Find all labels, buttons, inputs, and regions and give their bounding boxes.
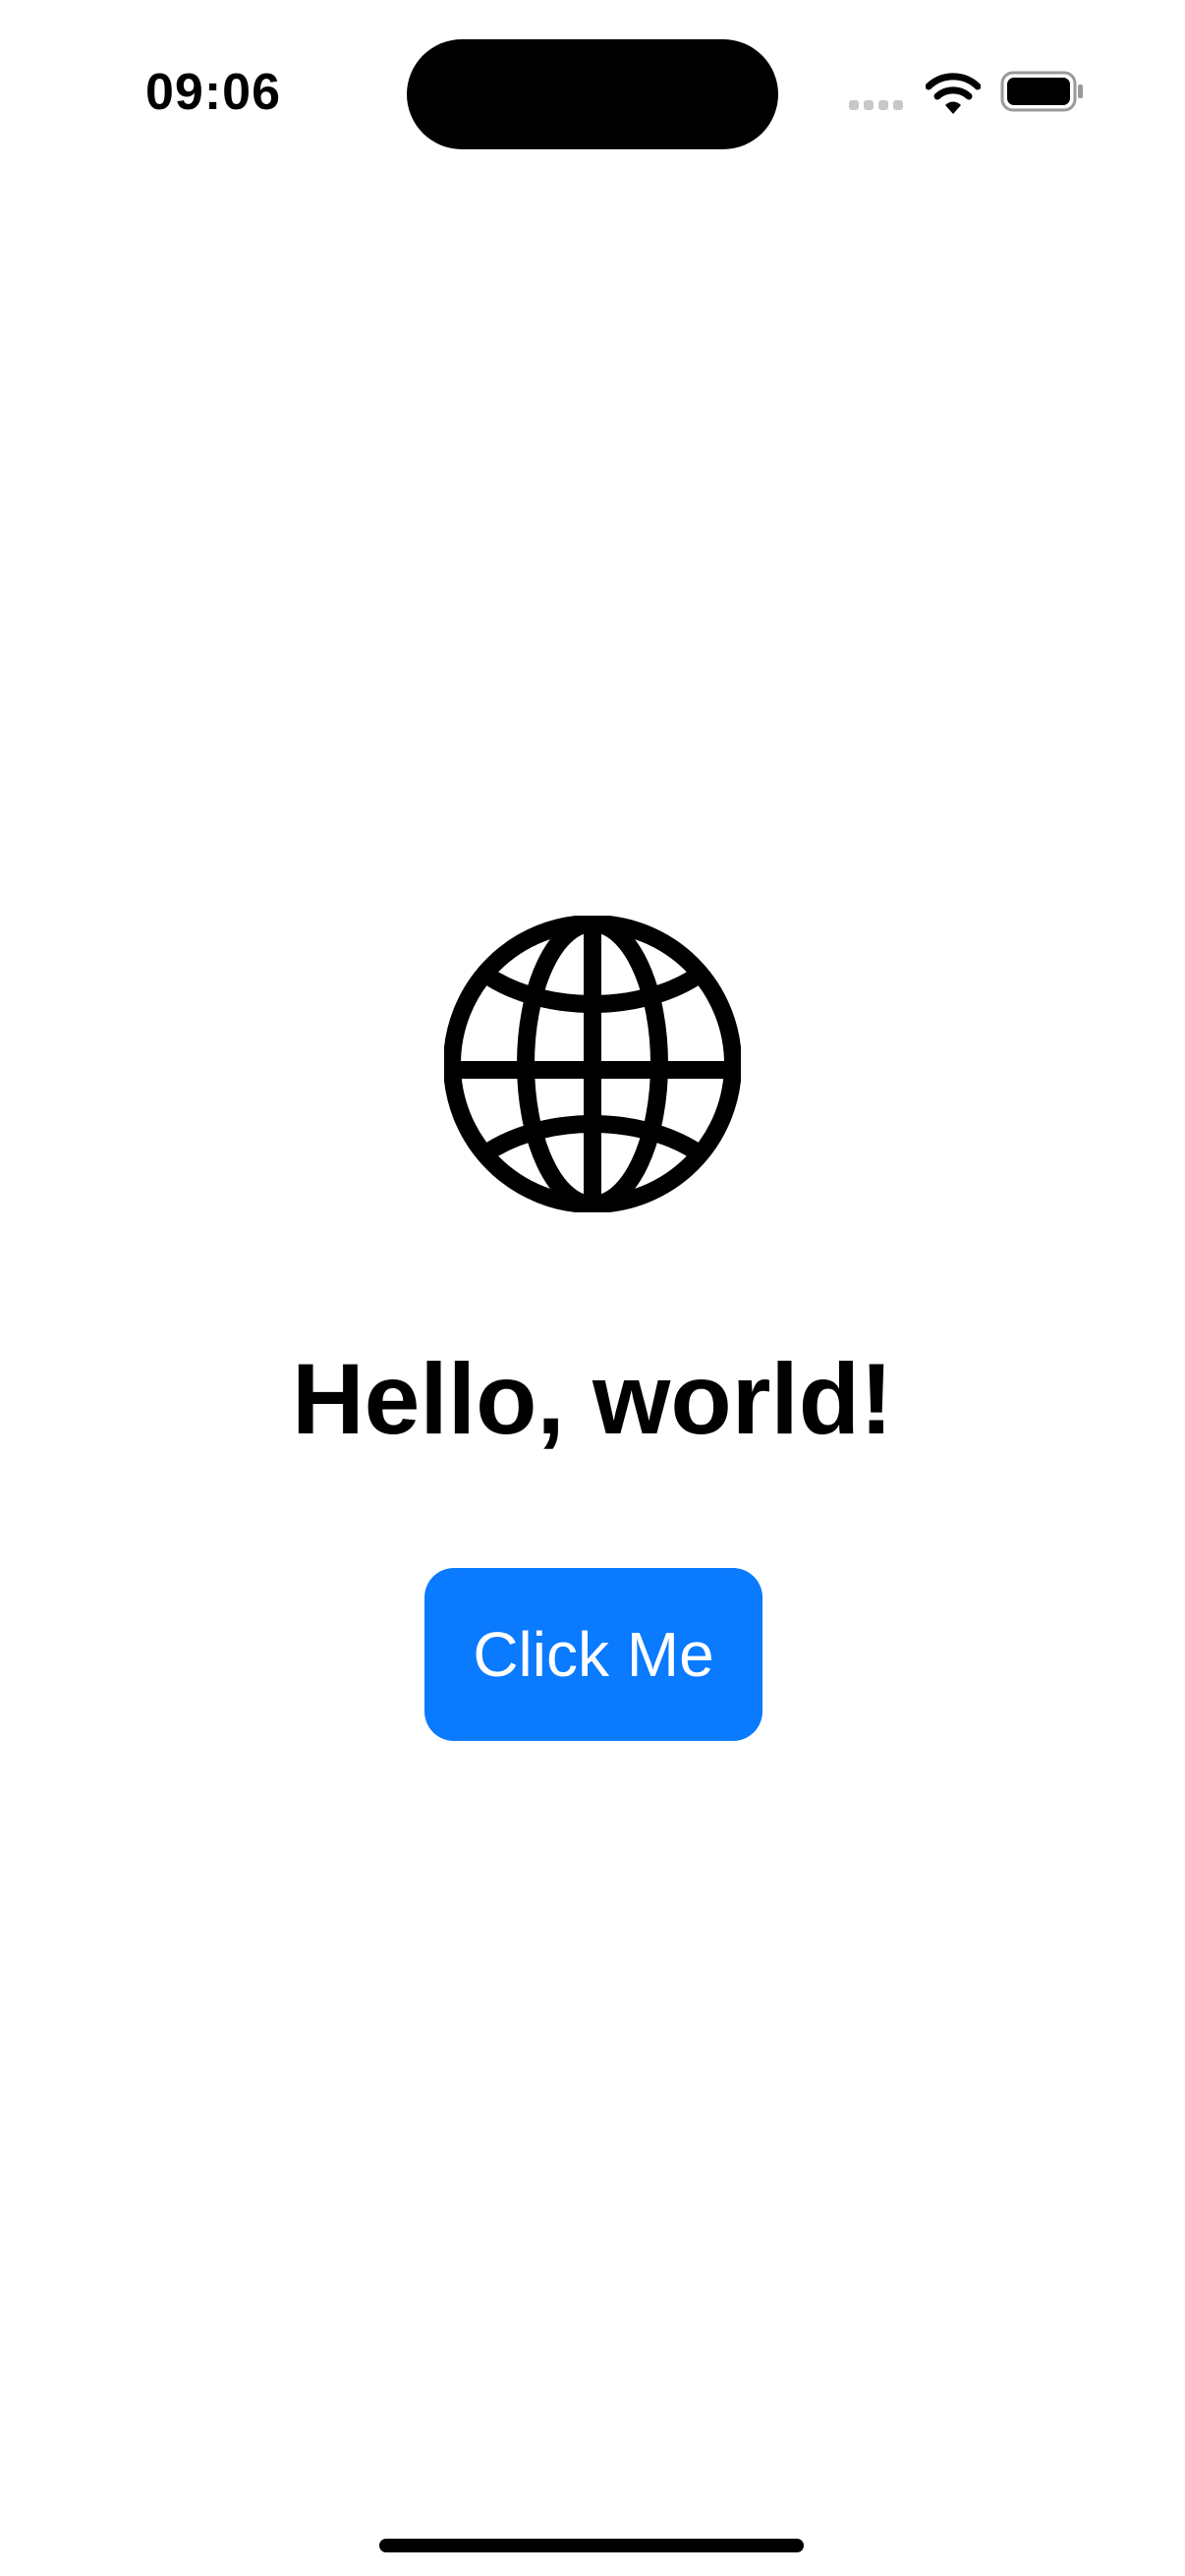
home-indicator[interactable]: [379, 2539, 804, 2552]
click-me-button[interactable]: Click Me: [424, 1568, 762, 1741]
dynamic-island: [407, 39, 778, 149]
globe-icon: [444, 916, 741, 1212]
battery-icon: [1000, 71, 1083, 112]
signal-icon: [849, 100, 908, 114]
page-title: Hello, world!: [292, 1343, 893, 1455]
screen: 09:06 Hello, world! Click Me: [0, 0, 1185, 2576]
wifi-icon: [926, 73, 981, 114]
status-time: 09:06: [145, 64, 281, 121]
